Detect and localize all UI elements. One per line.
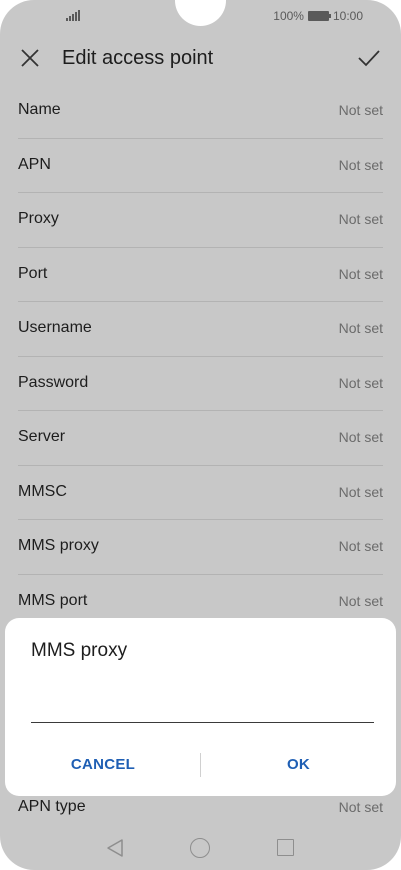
mms-proxy-input[interactable] (31, 690, 374, 723)
field-label: Server (18, 428, 66, 445)
field-value: Not set (338, 156, 383, 173)
check-icon[interactable] (357, 46, 381, 70)
field-row-proxy[interactable]: Proxy Not set (18, 193, 383, 248)
app-header: Edit access point (0, 34, 401, 82)
status-right: 100% 10:00 (273, 9, 363, 23)
field-value: Not set (338, 483, 383, 500)
battery-percent: 100% (273, 9, 304, 23)
field-value: Not set (338, 265, 383, 282)
field-row-name[interactable]: Name Not set (18, 84, 383, 139)
field-label: APN (18, 155, 51, 173)
field-label: APN type (18, 798, 86, 815)
navigation-bar (0, 828, 401, 868)
field-label: MMS proxy (18, 537, 99, 554)
field-value: Not set (338, 320, 383, 336)
field-label: MMS port (18, 591, 88, 609)
phone-screen: 100% 10:00 Edit access point Name Not se… (0, 0, 401, 870)
field-row-port[interactable]: Port Not set (18, 248, 383, 302)
field-row-mms-proxy[interactable]: MMS proxy Not set (18, 520, 383, 575)
clock: 10:00 (332, 9, 363, 23)
field-value: Not set (338, 592, 383, 609)
status-bar: 100% 10:00 (0, 0, 401, 32)
field-row-mmsc[interactable]: MMSC Not set (18, 466, 383, 520)
dialog-title: MMS proxy (31, 640, 128, 661)
field-value: Not set (338, 102, 383, 118)
field-row-apn[interactable]: APN Not set (18, 139, 383, 193)
field-value: Not set (338, 211, 383, 227)
page-title: Edit access point (62, 47, 214, 69)
field-label: Password (18, 373, 89, 391)
camera-notch (175, 0, 226, 26)
cancel-button[interactable]: CANCEL (5, 750, 201, 780)
recent-apps-icon[interactable] (277, 839, 294, 856)
field-row-server[interactable]: Server Not set (18, 411, 383, 466)
battery-icon (307, 11, 331, 21)
field-label: MMSC (18, 482, 67, 500)
field-row-username[interactable]: Username Not set (18, 302, 383, 357)
field-value: Not set (338, 374, 383, 391)
field-value: Not set (338, 538, 383, 554)
apn-field-list: Name Not set APN Not set Proxy Not set P… (0, 84, 401, 628)
back-icon[interactable] (106, 838, 124, 858)
field-label: Port (18, 264, 48, 282)
field-label: Username (18, 319, 92, 336)
mms-proxy-dialog: MMS proxy CANCEL OK (5, 618, 396, 796)
field-label: Name (18, 101, 61, 118)
ok-button[interactable]: OK (201, 750, 396, 780)
field-row-password[interactable]: Password Not set (18, 357, 383, 411)
field-label: Proxy (18, 210, 59, 227)
home-icon[interactable] (190, 838, 210, 858)
field-value: Not set (338, 799, 383, 815)
field-value: Not set (338, 429, 383, 445)
close-icon[interactable] (20, 48, 40, 68)
signal-icon (66, 10, 80, 21)
